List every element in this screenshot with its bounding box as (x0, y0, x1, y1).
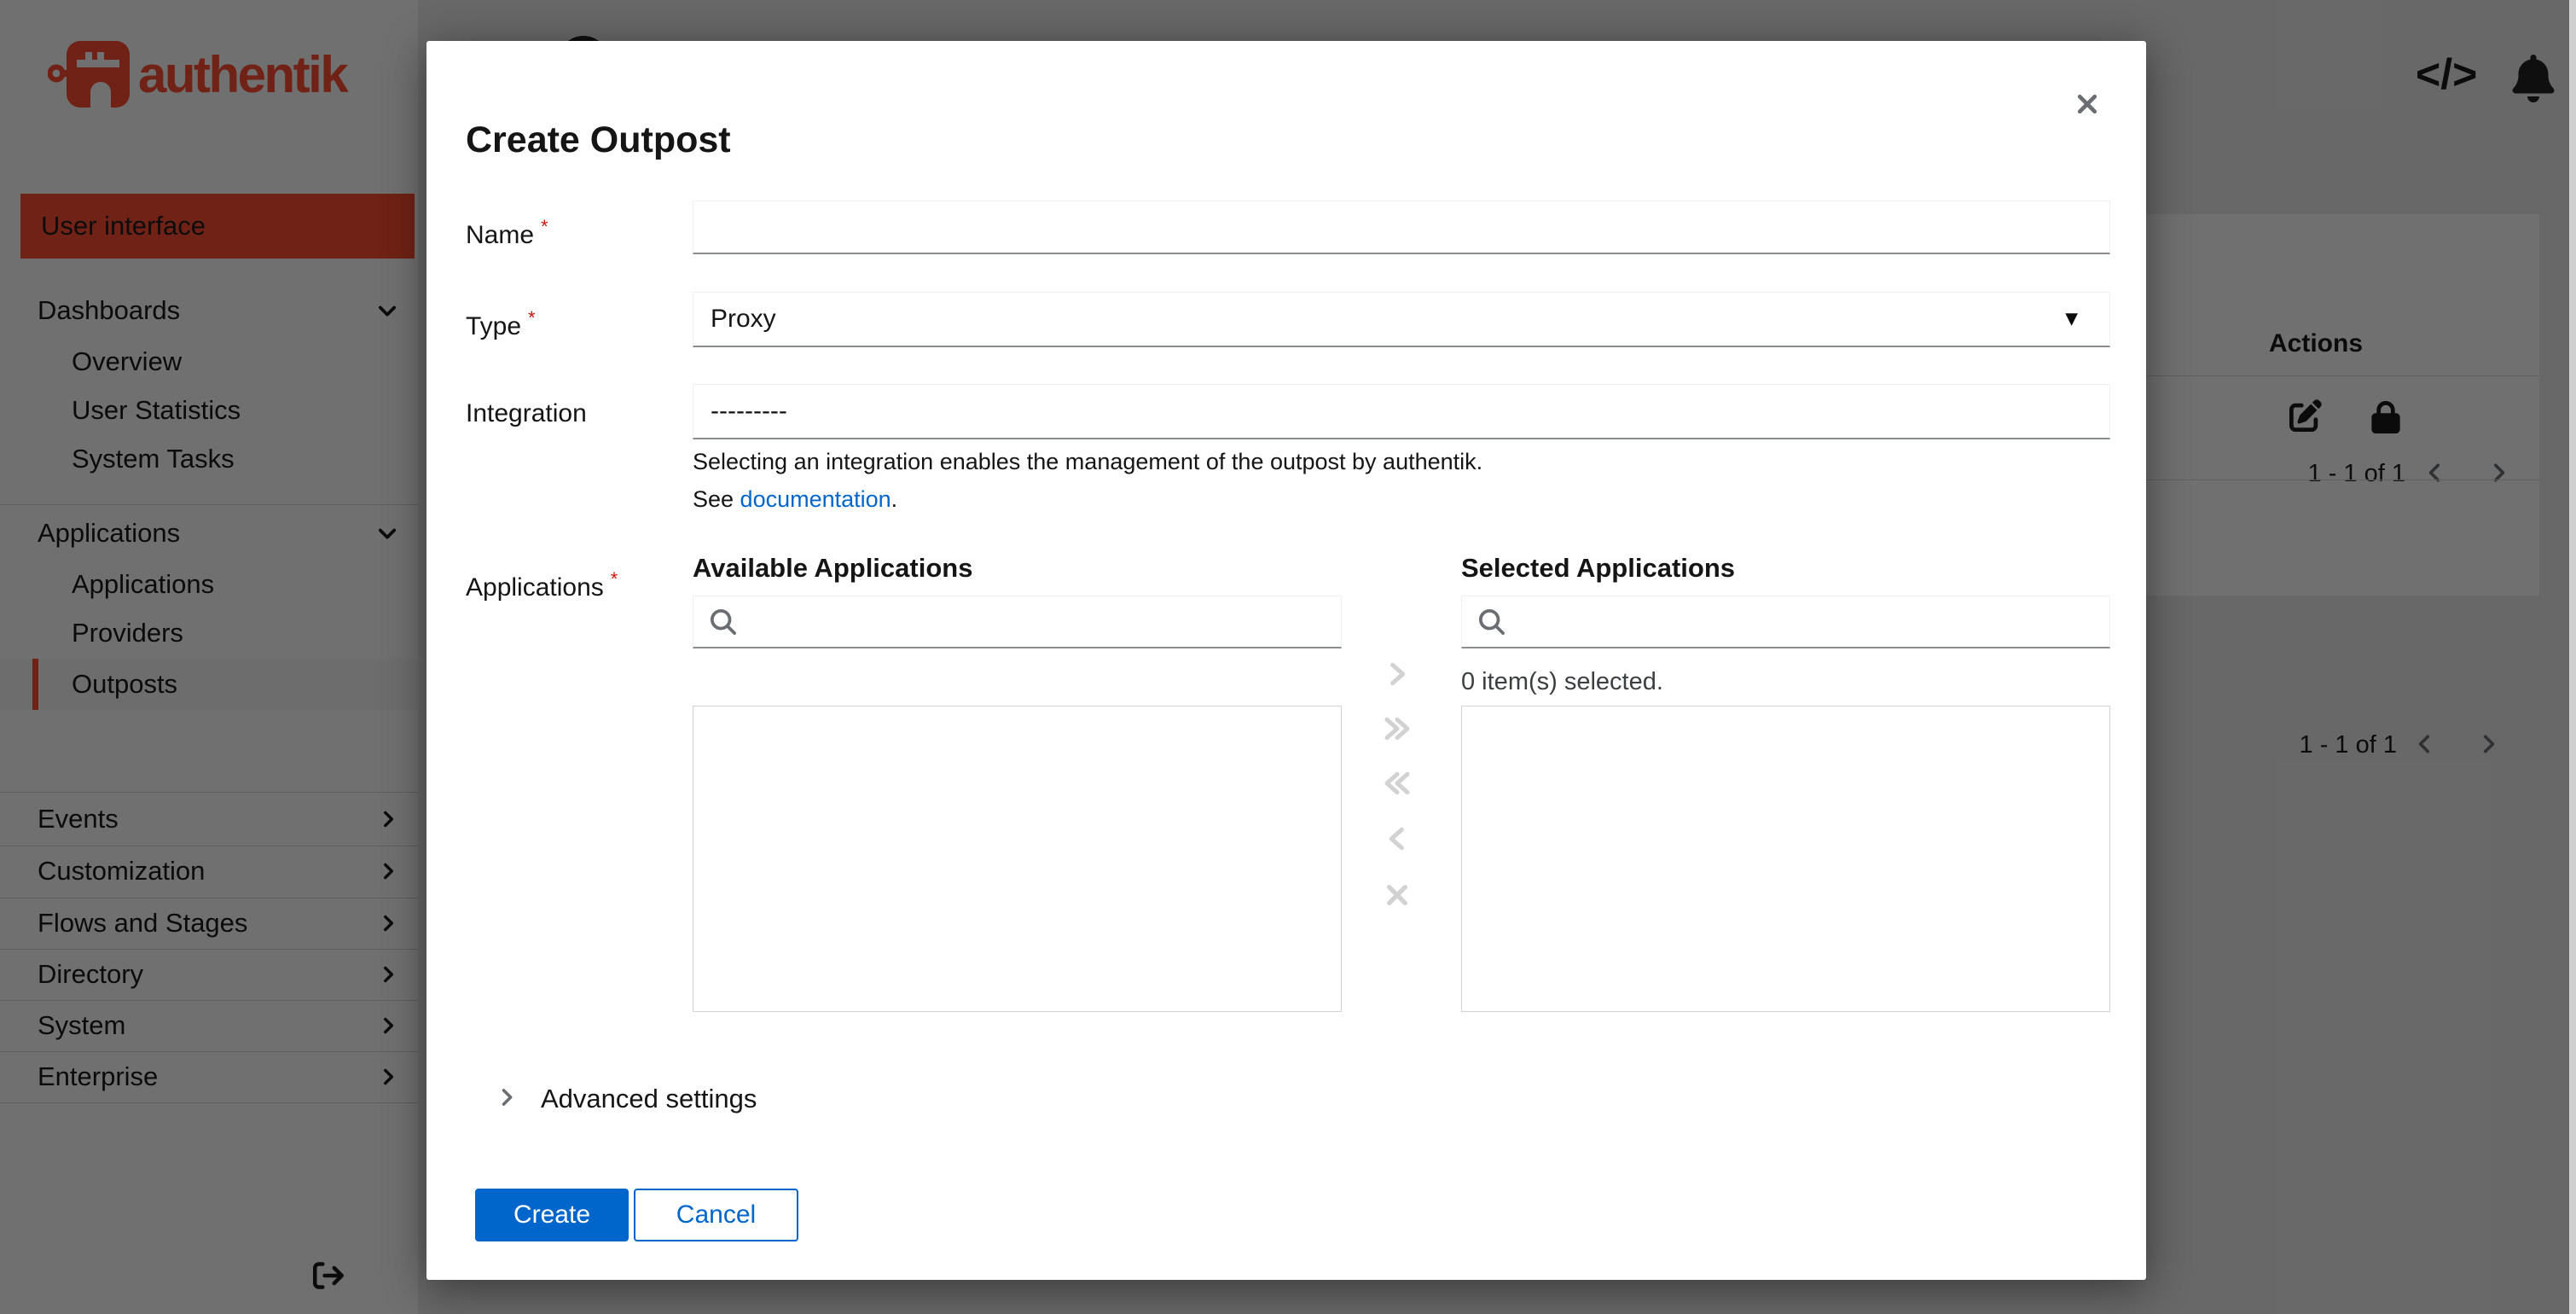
page-scrollbar[interactable] (2569, 0, 2576, 1314)
name-input[interactable] (693, 201, 2110, 254)
applications-field-label: Applications * (466, 568, 618, 602)
close-icon[interactable] (2066, 83, 2109, 125)
cancel-button[interactable]: Cancel (634, 1189, 798, 1241)
advanced-settings-chevron-icon[interactable] (495, 1085, 519, 1109)
integration-help-text: Selecting an integration enables the man… (693, 449, 1483, 474)
selected-search-input[interactable] (1461, 596, 2110, 648)
advanced-settings-toggle[interactable]: Advanced settings (541, 1084, 757, 1114)
search-icon (1479, 608, 1505, 635)
integration-field-label: Integration (466, 399, 587, 427)
type-select[interactable]: Proxy ▼ (693, 292, 2110, 347)
selected-applications-title: Selected Applications (1461, 553, 1735, 583)
search-icon (711, 608, 736, 635)
modal-title: Create Outpost (466, 119, 731, 160)
selected-count-status: 0 item(s) selected. (1461, 668, 1663, 695)
remove-all-icon[interactable] (1378, 770, 1416, 797)
add-selected-icon[interactable] (1384, 660, 1411, 688)
add-all-icon[interactable] (1378, 715, 1416, 742)
integration-select-value: --------- (711, 397, 787, 425)
remove-selected-icon[interactable] (1384, 825, 1411, 852)
type-field-label: Type * (466, 307, 536, 340)
type-select-value: Proxy (711, 305, 776, 333)
caret-down-icon: ▼ (2061, 306, 2082, 331)
create-outpost-modal: Create Outpost Name * Type * Proxy ▼ Integ… (426, 41, 2146, 1280)
required-marker: * (610, 568, 618, 590)
required-marker: * (541, 216, 548, 237)
create-button[interactable]: Create (475, 1189, 629, 1241)
required-marker: * (528, 307, 536, 328)
documentation-link[interactable]: documentation (740, 486, 891, 512)
available-applications-listbox[interactable] (693, 706, 1342, 1012)
available-applications-title: Available Applications (693, 553, 973, 583)
available-search-input[interactable] (693, 596, 1342, 648)
name-field-label: Name * (466, 216, 548, 249)
selected-applications-listbox[interactable] (1461, 706, 2110, 1012)
clear-selection-icon[interactable] (1384, 881, 1411, 909)
integration-help-line2: See documentation. (693, 486, 898, 512)
integration-select[interactable]: --------- (693, 384, 2110, 439)
